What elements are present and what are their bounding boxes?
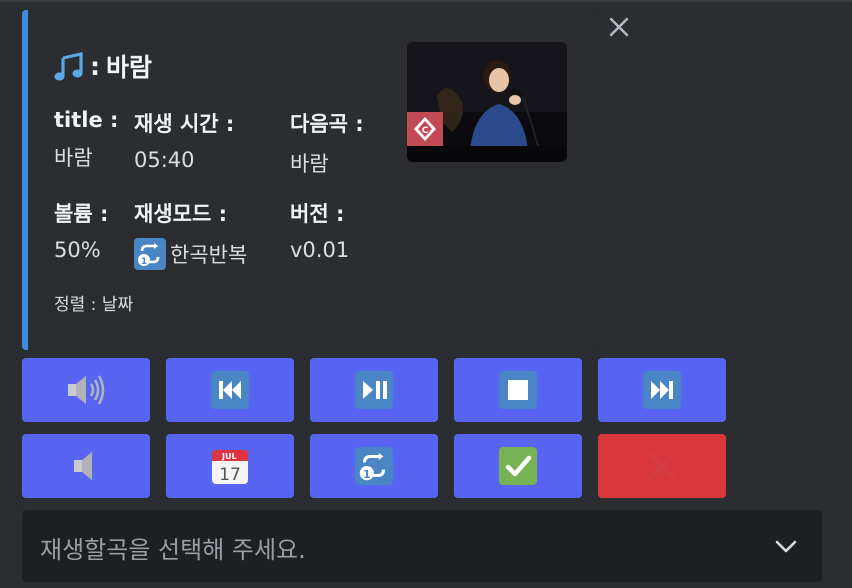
field-volume-name: 볼륨 : <box>54 202 109 226</box>
top-divider <box>0 0 852 2</box>
song-select-menu[interactable]: 재생할곡을 선택해 주세요. <box>22 510 822 582</box>
field-next-value: 바람 <box>290 152 329 176</box>
svg-text:1: 1 <box>141 257 147 267</box>
next-track-button[interactable] <box>598 358 726 422</box>
field-title-name: title : <box>54 108 119 132</box>
field-mode-name: 재생모드 : <box>134 202 227 226</box>
volume-down-button[interactable] <box>22 434 150 498</box>
field-volume-value: 50% <box>54 238 101 262</box>
field-title: title : 바람 <box>54 108 118 172</box>
stop-button[interactable] <box>454 358 582 422</box>
speaker-quiet-icon <box>74 452 92 480</box>
close-player-button[interactable] <box>598 434 726 498</box>
field-mode-value: 한곡반복 <box>170 243 248 267</box>
field-mode-value-row: 1 한곡반복 <box>134 238 247 270</box>
chevron-down-icon[interactable] <box>772 534 800 558</box>
confirm-button[interactable] <box>454 434 582 498</box>
sort-by-date-button[interactable]: JUL 17 <box>166 434 294 498</box>
close-icon[interactable] <box>606 14 632 40</box>
previous-track-button[interactable] <box>166 358 294 422</box>
stop-icon <box>499 371 537 409</box>
field-next-name: 다음곡 : <box>290 112 364 136</box>
volume-up-button[interactable] <box>22 358 150 422</box>
field-version-name: 버전 : <box>290 202 345 226</box>
cross-icon <box>648 452 676 480</box>
title-colon: : <box>90 51 100 81</box>
embed-footer: 정렬 : 날짜 <box>54 295 134 315</box>
play-pause-icon <box>355 371 393 409</box>
repeat-mode-button[interactable]: 1 <box>310 434 438 498</box>
svg-text:JUL: JUL <box>221 452 237 461</box>
previous-track-icon <box>211 371 249 409</box>
repeat-one-icon: 1 <box>134 238 166 270</box>
select-placeholder: 재생할곡을 선택해 주세요. <box>40 536 306 564</box>
embed-title-row: : 바람 <box>52 48 152 84</box>
singer-performance-thumbnail[interactable]: C <box>407 42 567 162</box>
field-duration-name: 재생 시간 : <box>134 112 235 136</box>
svg-text:17: 17 <box>219 465 241 485</box>
checkmark-icon <box>499 447 537 485</box>
field-duration-value: 05:40 <box>134 148 195 172</box>
repeat-one-icon: 1 <box>355 447 393 485</box>
field-title-value: 바람 <box>54 146 93 170</box>
musical-notes-icon <box>54 52 83 81</box>
field-duration: 재생 시간 : 05:40 <box>134 108 234 172</box>
next-track-icon <box>643 371 681 409</box>
field-version-value: v0.01 <box>290 238 350 262</box>
svg-text:C: C <box>422 126 429 136</box>
embed-title: 바람 <box>106 53 153 82</box>
field-next: 다음곡 : 바람 <box>290 108 364 178</box>
field-volume: 볼륨 : 50% <box>54 198 108 262</box>
field-mode: 재생모드 : 1 한곡반복 <box>134 198 247 270</box>
field-version: 버전 : v0.01 <box>290 198 349 262</box>
calendar-icon: JUL 17 <box>212 450 248 485</box>
svg-text:1: 1 <box>363 468 370 481</box>
play-pause-button[interactable] <box>310 358 438 422</box>
speaker-loud-icon <box>68 375 105 405</box>
